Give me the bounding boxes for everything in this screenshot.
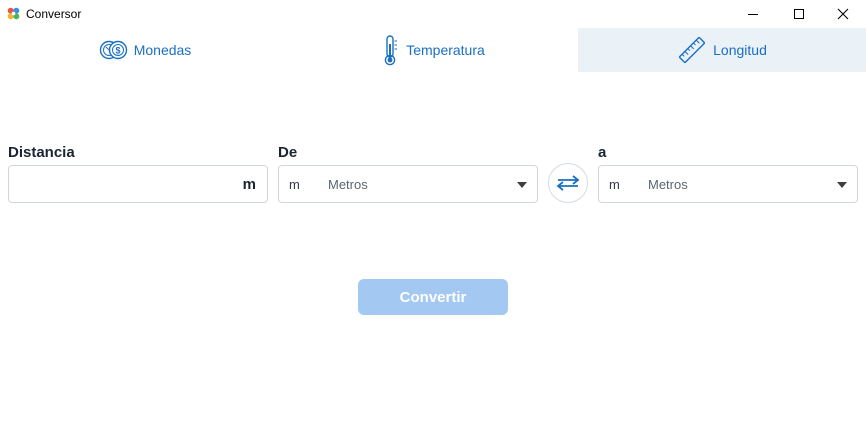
window-title: Conversor [26,7,82,21]
from-label: De [278,144,298,161]
close-icon [837,8,849,20]
thermometer-icon [382,34,400,66]
to-unit-abbr: m [609,177,620,192]
from-unit-select[interactable]: m Metros [278,165,538,203]
converter-window: Conversor $ Monedas Temperatura Longitud… [0,0,866,426]
from-unit-abbr: m [289,177,300,192]
ruler-icon [677,35,707,65]
distance-input[interactable] [17,174,241,196]
swap-units-button[interactable] [548,163,588,203]
minimize-button[interactable] [730,0,776,28]
distance-unit-suffix: m [242,176,256,193]
to-label: a [598,144,607,161]
to-unit-select[interactable]: m Metros [598,165,858,203]
swap-arrows-icon [556,175,580,191]
distance-label: Distancia [8,144,75,161]
maximize-icon [794,9,804,19]
close-button[interactable] [820,0,866,28]
convert-button[interactable]: Convertir [358,279,508,315]
tab-temperatura[interactable]: Temperatura [289,28,578,72]
tab-monedas-label: Monedas [133,42,192,58]
tab-temperatura-label: Temperatura [406,42,485,58]
app-logo-icon [7,7,20,20]
tab-monedas[interactable]: $ Monedas [0,28,289,72]
caret-down-icon [517,182,527,188]
svg-text:$: $ [115,46,120,56]
conversion-tabs: $ Monedas Temperatura Longitud [0,28,866,72]
tab-longitud-label: Longitud [713,42,767,58]
distance-field[interactable]: m [8,165,268,203]
maximize-button[interactable] [776,0,822,28]
caret-down-icon [837,182,847,188]
to-unit-name: Metros [648,177,688,192]
coins-icon: $ [98,39,128,61]
tab-longitud[interactable]: Longitud [578,28,866,72]
minimize-icon [748,14,758,15]
title-bar: Conversor [0,0,866,28]
from-unit-name: Metros [328,177,368,192]
